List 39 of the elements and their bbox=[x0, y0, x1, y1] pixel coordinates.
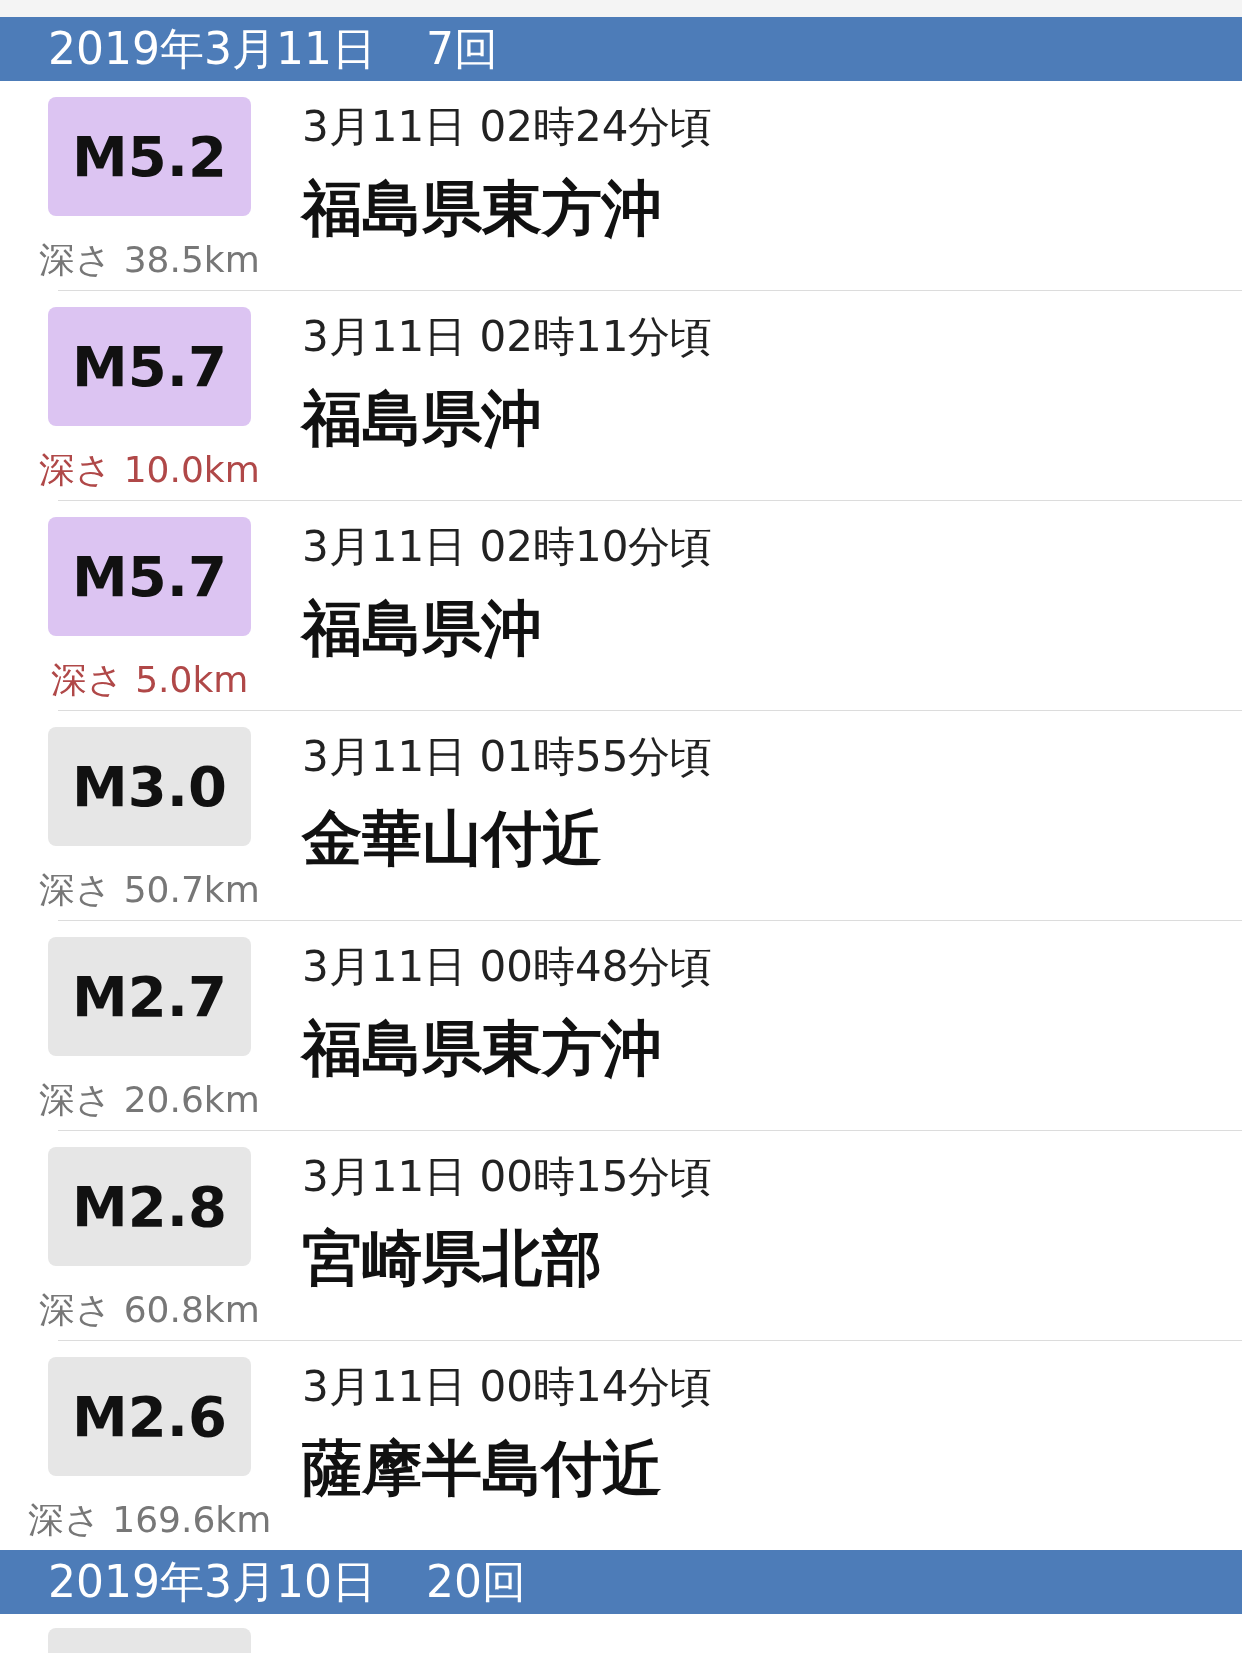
place-label: 福島県東方沖 bbox=[302, 1012, 663, 1085]
time-label: 3月11日 01時55分頃 bbox=[302, 731, 713, 783]
quake-row[interactable]: M5.7 深さ 10.0km 3月11日 02時11分頃 福島県沖 bbox=[0, 291, 1242, 500]
depth-label: 深さ 169.6km bbox=[27, 1498, 272, 1542]
place-label: 薩摩半島付近 bbox=[302, 1432, 663, 1505]
depth-label: 深さ 38.5km bbox=[39, 238, 260, 282]
magnitude-badge: M5.7 bbox=[48, 307, 251, 426]
count-label: 7回 bbox=[425, 21, 498, 76]
magnitude-badge: M2.6 bbox=[48, 1357, 251, 1476]
quake-row[interactable]: M5.7 深さ 5.0km 3月11日 02時10分頃 福島県沖 bbox=[0, 501, 1242, 710]
place-label: 福島県東方沖 bbox=[302, 172, 663, 245]
magnitude-badge: M5.7 bbox=[48, 517, 251, 636]
quake-row[interactable]: M2.8 深さ 60.8km 3月11日 00時15分頃 宮崎県北部 bbox=[0, 1131, 1242, 1340]
quake-row[interactable]: M3.0 深さ 50.7km 3月11日 01時55分頃 金華山付近 bbox=[0, 711, 1242, 920]
place-label: 金華山付近 bbox=[302, 802, 603, 875]
place-label: 宮崎県北部 bbox=[302, 1222, 603, 1295]
magnitude-badge: M3.0 bbox=[48, 727, 251, 846]
depth-label: 深さ 50.7km bbox=[39, 868, 260, 912]
quake-row[interactable]: M2.7 深さ 20.6km 3月11日 00時48分頃 福島県東方沖 bbox=[0, 921, 1242, 1130]
time-label: 3月11日 02時24分頃 bbox=[302, 101, 713, 153]
depth-label: 深さ 60.8km bbox=[39, 1288, 260, 1332]
quake-row[interactable]: M5.2 深さ 38.5km 3月11日 02時24分頃 福島県東方沖 bbox=[0, 81, 1242, 290]
time-label: 3月11日 00時48分頃 bbox=[302, 941, 713, 993]
time-label: 3月11日 02時11分頃 bbox=[302, 311, 713, 363]
date-label: 2019年3月10日 bbox=[48, 1554, 376, 1609]
date-label: 2019年3月11日 bbox=[48, 21, 376, 76]
count-label: 20回 bbox=[425, 1554, 526, 1609]
place-label: 福島県沖 bbox=[302, 382, 543, 455]
time-label: 3月11日 00時14分頃 bbox=[302, 1361, 713, 1413]
depth-label: 深さ 5.0km bbox=[50, 658, 249, 702]
magnitude-badge: M2.8 bbox=[48, 1147, 251, 1266]
depth-label: 深さ 10.0km bbox=[39, 448, 260, 492]
depth-label: 深さ 20.6km bbox=[39, 1078, 260, 1122]
time-label: 3月11日 00時15分頃 bbox=[302, 1151, 713, 1203]
quake-row[interactable]: M2.6 深さ 169.6km 3月11日 00時14分頃 薩摩半島付近 bbox=[0, 1341, 1242, 1550]
magnitude-badge: M5.2 bbox=[48, 97, 251, 216]
place-label: 福島県沖 bbox=[302, 592, 543, 665]
time-label: 3月11日 02時10分頃 bbox=[302, 521, 713, 573]
magnitude-badge: M2.7 bbox=[48, 937, 251, 1056]
